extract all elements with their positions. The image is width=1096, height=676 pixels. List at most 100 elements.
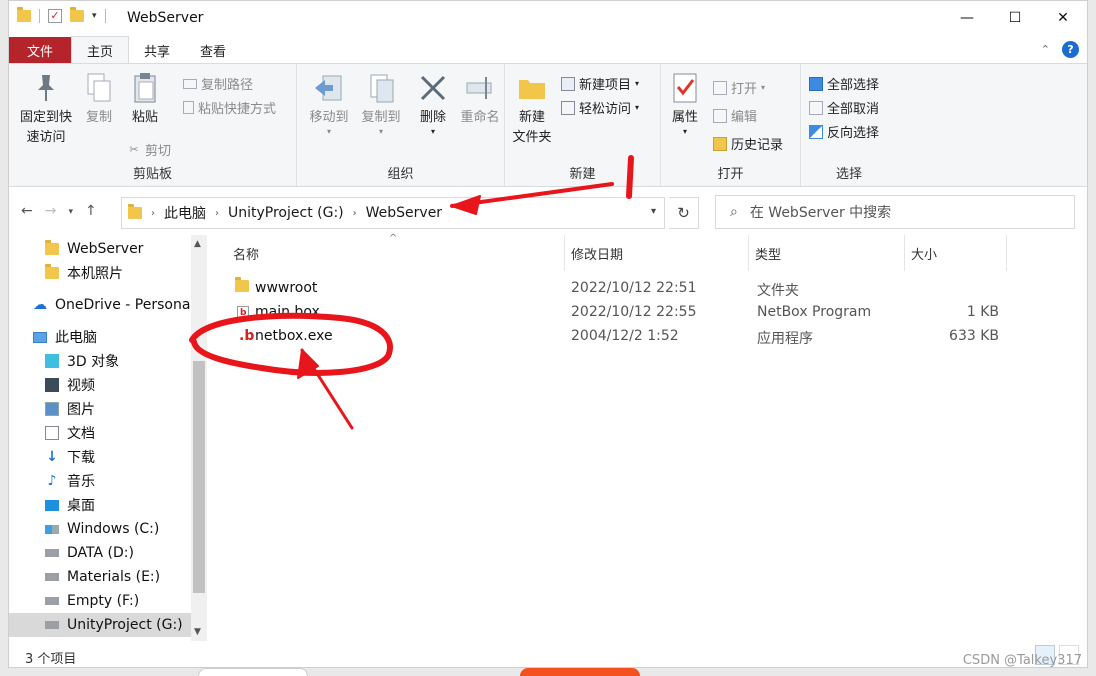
select-none-button[interactable]: 全部取消 <box>809 98 879 117</box>
new-folder-icon[interactable] <box>70 7 84 22</box>
table-row[interactable]: .b netbox.exe 2004/12/2 1:52 应用程序 633 KB <box>209 325 1029 349</box>
invert-selection-button[interactable]: 反向选择 <box>809 122 879 141</box>
download-icon: ↓ <box>46 449 58 465</box>
copy-button[interactable]: 复制 <box>81 72 117 128</box>
properties-label: 属性 <box>671 110 698 125</box>
nav-item-drive-e[interactable]: Materials (E:) <box>9 565 191 589</box>
tab-view[interactable]: 查看 <box>185 37 241 63</box>
file-modified: 2004/12/2 1:52 <box>571 328 679 344</box>
breadcrumb: › 此电脑 › UnityProject (G:) › WebServer <box>122 203 442 223</box>
edit-button[interactable]: 编辑 <box>713 106 757 125</box>
paste-button[interactable]: 粘贴 <box>125 72 165 128</box>
nav-item-3d-objects[interactable]: 3D 对象 <box>9 349 191 373</box>
file-type: 应用程序 <box>757 331 813 347</box>
chevron-right-icon[interactable]: › <box>353 208 357 219</box>
scroll-down-icon[interactable]: ▼ <box>194 627 201 637</box>
nav-item-videos[interactable]: 视频 <box>9 373 191 397</box>
nav-item-onedrive[interactable]: ☁ OneDrive - Persona <box>9 293 191 317</box>
nav-item-music[interactable]: ♪ 音乐 <box>9 469 191 493</box>
chevron-right-icon[interactable]: › <box>215 208 219 219</box>
tab-home[interactable]: 主页 <box>71 36 130 63</box>
address-history-dropdown-icon[interactable]: ▾ <box>651 206 656 217</box>
nav-item-webserver[interactable]: WebServer <box>9 237 191 261</box>
nav-item-drive-d[interactable]: DATA (D:) <box>9 541 191 565</box>
scrollbar-thumb[interactable] <box>193 361 205 593</box>
select-all-button[interactable]: 全部选择 <box>809 74 879 93</box>
column-header-size[interactable]: 大小 <box>905 235 1007 271</box>
nav-item-this-pc[interactable]: 此电脑 <box>9 325 191 349</box>
nav-item-label: 图片 <box>67 402 95 418</box>
table-row[interactable]: wwwroot 2022/10/12 22:51 文件夹 <box>209 277 1029 301</box>
open-button[interactable]: 打开 ▾ <box>713 78 765 97</box>
tab-file[interactable]: 文件 <box>9 37 71 63</box>
folder-icon[interactable] <box>17 7 31 22</box>
copy-to-button[interactable]: 复制到 ▾ <box>357 72 405 136</box>
forward-arrow-icon[interactable]: → <box>45 203 57 219</box>
new-folder-button[interactable]: 新建 文件夹 <box>509 72 555 148</box>
nav-item-label: 视频 <box>67 378 95 394</box>
search-icon: ⌕ <box>730 204 738 220</box>
new-item-label: 新建项目 <box>579 78 632 93</box>
copy-label: 复制 <box>85 110 112 125</box>
nav-item-label: 3D 对象 <box>67 354 120 370</box>
copy-path-button[interactable]: 复制路径 <box>183 74 253 93</box>
up-arrow-icon[interactable]: ↑ <box>85 203 97 219</box>
rename-button[interactable]: 重命名 <box>457 72 503 128</box>
maximize-button[interactable]: ☐ <box>991 1 1039 35</box>
recent-locations-icon[interactable]: ▾ <box>68 203 73 219</box>
nav-item-pictures[interactable]: 图片 <box>9 397 191 421</box>
customize-toolbar-icon[interactable]: ▾ <box>92 11 97 21</box>
table-row[interactable]: main.box 2022/10/12 22:55 NetBox Program… <box>209 301 1029 325</box>
breadcrumb-this-pc[interactable]: 此电脑 <box>164 203 206 223</box>
nav-item-desktop[interactable]: 桌面 <box>9 493 191 517</box>
address-bar[interactable]: › 此电脑 › UnityProject (G:) › WebServer ▾ <box>121 197 665 229</box>
nav-item-drive-c[interactable]: Windows (C:) <box>9 517 191 541</box>
ribbon-tabs: 文件 主页 共享 查看 ⌃ ? <box>9 36 1087 63</box>
delete-button[interactable]: 删除 ▾ <box>413 72 453 136</box>
scroll-up-icon[interactable]: ▲ <box>194 239 201 249</box>
nav-item-downloads[interactable]: ↓ 下载 <box>9 445 191 469</box>
nav-pane-scrollbar[interactable]: ▲ ▼ <box>191 235 207 641</box>
file-name: wwwroot <box>255 280 318 296</box>
history-icon <box>713 136 727 151</box>
tab-share[interactable]: 共享 <box>129 37 185 63</box>
paste-shortcut-button[interactable]: 粘贴快捷方式 <box>183 98 276 117</box>
nav-item-drive-g[interactable]: UnityProject (G:) <box>9 613 191 637</box>
nav-item-drive-f[interactable]: Empty (F:) <box>9 589 191 613</box>
clipboard-group-label: 剪贴板 <box>132 167 172 182</box>
window-controls: — ☐ ✕ <box>943 1 1087 35</box>
properties-check-icon[interactable]: ✓ <box>48 9 62 23</box>
netbox-exe-icon: .b <box>239 328 255 344</box>
drive-icon <box>45 597 59 605</box>
column-header-modified[interactable]: 修改日期 <box>565 235 749 271</box>
column-header-name[interactable]: 名称 <box>209 235 565 271</box>
move-to-button[interactable]: 移动到 ▾ <box>305 72 353 136</box>
folder-icon <box>235 277 249 296</box>
minimize-button[interactable]: — <box>943 1 991 35</box>
column-header-type[interactable]: 类型 <box>749 235 905 271</box>
properties-button[interactable]: 属性 ▾ <box>667 72 703 136</box>
close-button[interactable]: ✕ <box>1039 1 1087 35</box>
history-button[interactable]: 历史记录 <box>713 134 783 153</box>
refresh-button[interactable]: ↻ <box>669 197 699 229</box>
windows-drive-icon <box>45 524 59 534</box>
select-none-icon <box>809 100 823 115</box>
breadcrumb-current[interactable]: WebServer <box>366 205 442 221</box>
history-label: 历史记录 <box>731 138 784 153</box>
nav-item-photos[interactable]: 本机照片 <box>9 261 191 285</box>
nav-item-documents[interactable]: 文档 <box>9 421 191 445</box>
back-arrow-icon[interactable]: ← <box>21 203 33 219</box>
collapse-ribbon-icon[interactable]: ⌃ <box>1041 43 1050 56</box>
navigation-buttons: ← → ▾ ↑ <box>21 203 97 219</box>
easy-access-button[interactable]: 轻松访问 ▾ <box>561 98 639 117</box>
cut-button[interactable]: ✂ 剪切 <box>127 140 171 159</box>
pin-quick-access-button[interactable]: 固定到快 速访问 <box>15 72 77 148</box>
breadcrumb-drive[interactable]: UnityProject (G:) <box>228 205 344 221</box>
help-icon[interactable]: ? <box>1062 41 1079 58</box>
search-box[interactable]: ⌕ 在 WebServer 中搜索 <box>715 195 1075 229</box>
chevron-right-icon[interactable]: › <box>151 208 155 219</box>
nav-item-label: UnityProject (G:) <box>67 617 183 633</box>
new-item-button[interactable]: 新建项目 ▾ <box>561 74 639 93</box>
select-group-label: 选择 <box>835 167 862 182</box>
pin-label-line1: 固定到快 <box>19 110 72 125</box>
